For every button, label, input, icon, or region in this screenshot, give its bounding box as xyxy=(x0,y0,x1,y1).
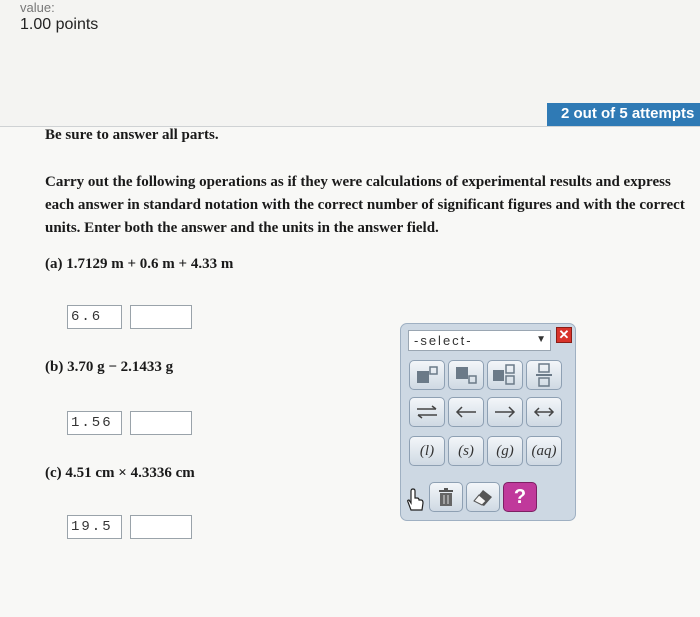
value-label: value: xyxy=(20,0,55,15)
left-arrow-icon[interactable] xyxy=(448,397,484,427)
gas-state-button[interactable]: (g) xyxy=(487,436,523,466)
liquid-state-button[interactable]: (l) xyxy=(409,436,445,466)
template-select-value: -select- xyxy=(414,333,473,348)
part-c-units-input[interactable] xyxy=(130,515,192,539)
points-value: 1.00 points xyxy=(20,16,99,33)
trash-icon[interactable] xyxy=(429,482,463,512)
superscript-stack-icon[interactable] xyxy=(487,360,523,390)
subscript-icon[interactable] xyxy=(448,360,484,390)
close-icon[interactable]: ✕ xyxy=(556,327,572,343)
equilibrium-arrow-icon[interactable] xyxy=(409,397,445,427)
part-a-answer-input[interactable]: 6.6 xyxy=(67,305,122,329)
part-b-answer-input[interactable]: 1.56 xyxy=(67,411,122,435)
attempts-badge: 2 out of 5 attempts xyxy=(547,103,700,126)
template-select[interactable]: -select- ▼ xyxy=(408,330,551,351)
hand-cursor-icon xyxy=(404,482,426,512)
part-c-answer-input[interactable]: 19.5 xyxy=(67,515,122,539)
fraction-icon[interactable] xyxy=(526,360,562,390)
part-b-units-input[interactable] xyxy=(130,411,192,435)
chevron-down-icon: ▼ xyxy=(536,334,546,345)
right-arrow-icon[interactable] xyxy=(487,397,523,427)
help-icon[interactable]: ? xyxy=(503,482,537,512)
be-sure-note: Be sure to answer all parts. xyxy=(45,127,219,143)
eraser-icon[interactable] xyxy=(466,482,500,512)
solid-state-button[interactable]: (s) xyxy=(448,436,484,466)
aqueous-state-button[interactable]: (aq) xyxy=(526,436,562,466)
chemistry-palette: -select- ▼ ✕ (l) (s) (g) (aq) ? xyxy=(400,323,576,521)
part-a-units-input[interactable] xyxy=(130,305,192,329)
instructions-text: Carry out the following operations as if… xyxy=(45,174,685,236)
double-arrow-icon[interactable] xyxy=(526,397,562,427)
part-b-label: (b) 3.70 g − 2.1433 g xyxy=(45,359,174,375)
part-c-label: (c) 4.51 cm × 4.3336 cm xyxy=(45,465,195,481)
subscript-superscript-icon[interactable] xyxy=(409,360,445,390)
part-a-label: (a) 1.7129 m + 0.6 m + 4.33 m xyxy=(45,256,234,272)
